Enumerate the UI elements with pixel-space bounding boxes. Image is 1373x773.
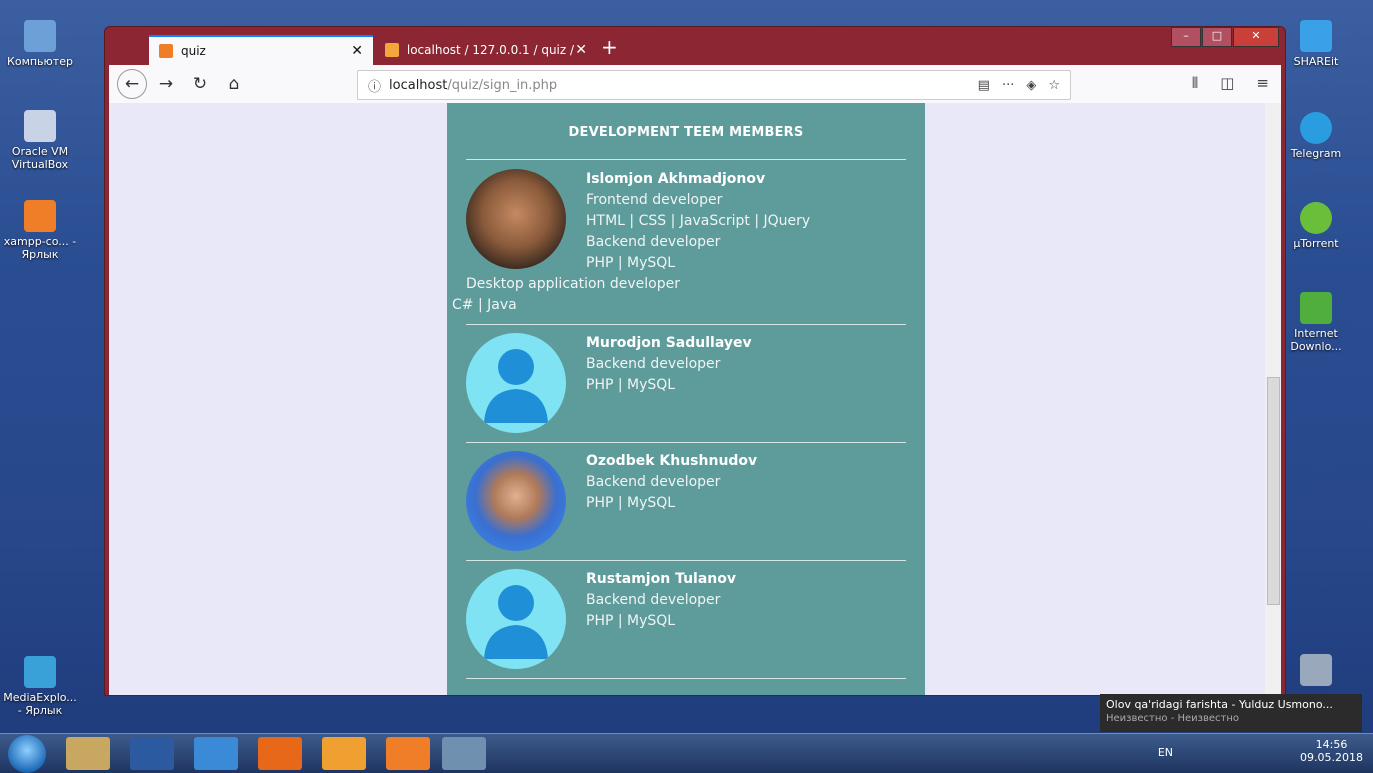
member-role: Desktop application developer xyxy=(466,276,680,292)
tab-phpmyadmin[interactable]: localhost / 127.0.0.1 / quiz / use ✕ xyxy=(375,35,597,65)
internet-explorer-icon[interactable] xyxy=(194,737,238,770)
member-name: Rustamjon Tulanov xyxy=(586,571,737,587)
firefox-icon[interactable] xyxy=(258,737,302,770)
tab-label: localhost / 127.0.0.1 / quiz / use xyxy=(406,43,575,57)
vertical-scrollbar[interactable] xyxy=(1265,103,1281,695)
member-skills: PHP | MySQL xyxy=(586,613,676,629)
divider xyxy=(466,560,906,561)
back-button[interactable]: ← xyxy=(117,69,147,99)
section-heading: DEVELOPMENT TEEM MEMBERS xyxy=(568,125,804,140)
sidebar-icon[interactable]: ◫ xyxy=(1220,74,1234,92)
member-role: Backend developer xyxy=(586,474,721,490)
computer-icon[interactable]: Компьютер xyxy=(0,20,80,68)
page-actions-icon[interactable]: ··· xyxy=(1002,78,1014,93)
minimize-button[interactable]: – xyxy=(1171,27,1201,47)
home-button[interactable]: ⌂ xyxy=(219,69,249,99)
taskbar: EN 14:56 09.05.2018 xyxy=(0,733,1373,773)
close-tab-icon[interactable]: ✕ xyxy=(351,43,363,59)
scrollbar-thumb[interactable] xyxy=(1267,377,1280,605)
close-tab-icon[interactable]: ✕ xyxy=(575,42,587,58)
member-role: Backend developer xyxy=(586,234,721,250)
phpmyadmin-favicon-icon xyxy=(385,43,399,57)
language-indicator[interactable]: EN xyxy=(1158,746,1173,759)
app-icon[interactable] xyxy=(322,737,366,770)
member-photo xyxy=(466,169,566,269)
member-skills: HTML | CSS | JavaScript | JQuery xyxy=(586,213,811,229)
new-tab-button[interactable]: + xyxy=(601,35,618,59)
shareit-icon[interactable]: SHAREit xyxy=(1276,20,1356,68)
tab-quiz[interactable]: quiz ✕ xyxy=(149,35,373,65)
forward-button[interactable]: → xyxy=(151,69,181,99)
xampp-taskbar-icon[interactable] xyxy=(386,737,430,770)
close-window-button[interactable]: ✕ xyxy=(1233,27,1279,47)
url-path: /quiz/sign_in.php xyxy=(447,77,558,93)
member-name: Ozodbek Khushnudov xyxy=(586,453,758,469)
xampp-favicon-icon xyxy=(159,44,173,58)
reader-view-icon[interactable]: ▤ xyxy=(978,78,990,93)
member-avatar-placeholder xyxy=(466,333,566,433)
notification-title: Olov qa'ridagi farishta - Yulduz Usmono.… xyxy=(1106,698,1333,711)
library-icon[interactable]: ⫴ xyxy=(1192,74,1198,92)
reload-button[interactable]: ↻ xyxy=(185,69,215,99)
bookmark-star-icon[interactable]: ☆ xyxy=(1048,78,1060,93)
clock-time: 14:56 xyxy=(1315,738,1348,751)
maximize-button[interactable]: □ xyxy=(1202,27,1232,47)
info-icon[interactable]: ⓘ xyxy=(368,76,381,95)
paint-icon[interactable] xyxy=(442,737,486,770)
file-explorer-icon[interactable] xyxy=(66,737,110,770)
browser-window: quiz ✕ localhost / 127.0.0.1 / quiz / us… xyxy=(104,26,1286,696)
member-photo xyxy=(466,451,566,551)
telegram-icon[interactable]: Telegram xyxy=(1276,112,1356,160)
url-bar[interactable]: ⓘ localhost/quiz/sign_in.php ▤ ··· ◈ ☆ xyxy=(357,70,1071,100)
notification-subtitle: Неизвестно - Неизвестно xyxy=(1106,713,1239,724)
divider xyxy=(466,159,906,160)
mediaexplorer-icon[interactable]: MediaExplo... - Ярлык xyxy=(0,656,80,717)
member-skills: PHP | MySQL xyxy=(586,377,676,393)
member-skills: PHP | MySQL xyxy=(586,255,676,271)
clock-date: 09.05.2018 xyxy=(1300,751,1363,764)
utorrent-icon[interactable]: µTorrent xyxy=(1276,202,1356,250)
member-name: Islomjon Akhmadjonov xyxy=(586,171,766,187)
team-panel: DEVELOPMENT TEEM MEMBERS Islomjon Akhmad… xyxy=(447,103,925,695)
divider xyxy=(466,678,906,679)
idm-icon[interactable]: Internet Downlo... xyxy=(1276,292,1356,353)
divider xyxy=(466,442,906,443)
virtualbox-icon[interactable]: Oracle VM VirtualBox xyxy=(0,110,80,171)
media-notification[interactable]: Olov qa'ridagi farishta - Yulduz Usmono.… xyxy=(1100,694,1362,732)
save-app-icon[interactable] xyxy=(130,737,174,770)
tab-label: quiz xyxy=(181,44,206,58)
clock[interactable]: 14:56 09.05.2018 xyxy=(1300,738,1363,764)
member-avatar-placeholder xyxy=(466,569,566,669)
recycle-bin-icon[interactable] xyxy=(1276,654,1356,689)
member-skills: PHP | MySQL xyxy=(586,495,676,511)
page-content: DEVELOPMENT TEEM MEMBERS Islomjon Akhmad… xyxy=(109,103,1281,695)
start-button[interactable] xyxy=(8,735,46,773)
member-role: Backend developer xyxy=(586,592,721,608)
pocket-icon[interactable]: ◈ xyxy=(1026,78,1036,93)
nav-bar: ← → ↻ ⌂ ⓘ localhost/quiz/sign_in.php ▤ ·… xyxy=(109,65,1281,103)
xampp-icon[interactable]: xampp-co... - Ярлык xyxy=(0,200,80,261)
member-role: Frontend developer xyxy=(586,192,723,208)
url-host: localhost xyxy=(389,77,448,93)
window-controls: – □ ✕ xyxy=(1170,27,1279,47)
member-skills: C# | Java xyxy=(452,297,517,313)
tab-bar: quiz ✕ localhost / 127.0.0.1 / quiz / us… xyxy=(105,27,1285,65)
divider xyxy=(466,324,906,325)
menu-icon[interactable]: ≡ xyxy=(1256,74,1269,92)
member-role: Backend developer xyxy=(586,356,721,372)
member-name: Murodjon Sadullayev xyxy=(586,335,752,351)
